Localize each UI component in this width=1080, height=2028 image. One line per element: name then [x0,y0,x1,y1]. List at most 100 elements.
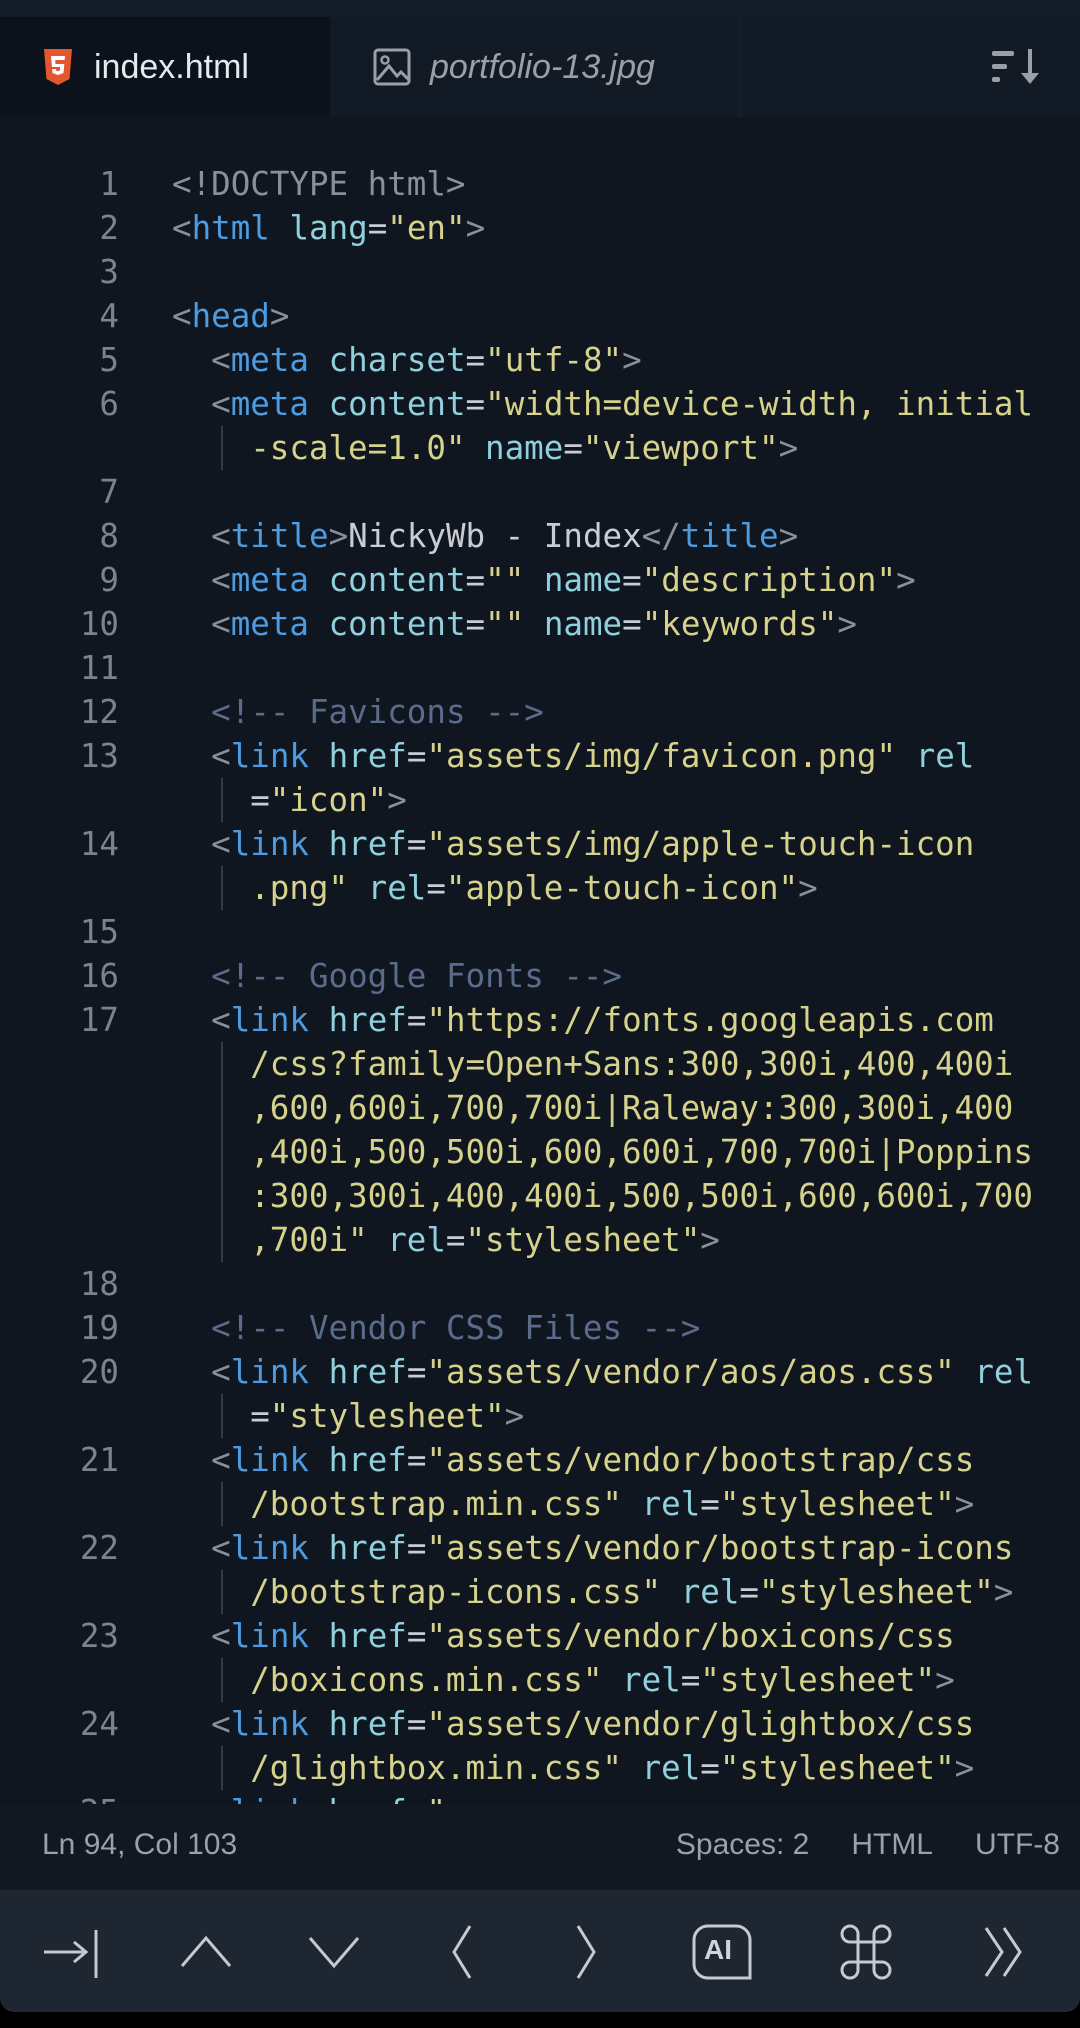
token-str: "stylesheet" [465,1221,701,1259]
code-line[interactable]: 14 <link href="assets/img/apple-touch-ic… [0,822,1080,866]
line-text: <link href=" [172,1790,446,1804]
code-line[interactable]: 16 <!-- Google Fonts --> [0,954,1080,998]
token-punct: > [778,517,799,555]
code-line[interactable]: 18 [0,1262,1080,1306]
code-line[interactable]: 10 <meta content="" name="keywords"> [0,602,1080,646]
token-punct: > [798,869,818,907]
token-eq: = [465,385,486,423]
code-line[interactable]: 3 [0,250,1080,294]
token-str: "icon" [269,781,388,819]
cursor-position[interactable]: Ln 94, Col 103 [42,1828,237,1862]
token-str: /bootstrap-icons.css" [250,1573,662,1611]
code-line[interactable]: 2 <html lang="en"> [0,206,1080,250]
code-line-wrap[interactable]: ="stylesheet"> [0,1394,1080,1438]
file-encoding[interactable]: UTF-8 [975,1828,1060,1862]
more-button[interactable] [976,1920,1040,1984]
token-punct: < [211,1441,231,1479]
code-line[interactable]: 25 <link href=" [0,1790,1080,1804]
token-tag: link [230,1441,309,1479]
code-line-wrap[interactable]: ="icon"> [0,778,1080,822]
token-attr: rel [915,737,975,775]
wrap-guide [220,1130,241,1174]
code-line-wrap[interactable]: /boxicons.min.css" rel="stylesheet"> [0,1658,1080,1702]
code-editor[interactable]: 1 <!DOCTYPE html> 2 <html lang="en"> 3 4 <head… [0,117,1080,1804]
token-attr: content [328,385,466,423]
code-line[interactable]: 8 <title>NickyWb - Index</title> [0,514,1080,558]
tab-key-button[interactable] [40,1920,104,1984]
code-line[interactable]: 9 <meta content="" name="description"> [0,558,1080,602]
token-str: "assets/vendor/glightbox/css [426,1705,975,1743]
token-tag: link [230,1001,309,1039]
code-line[interactable]: 4 <head> [0,294,1080,338]
token-punct: > [504,1397,525,1435]
tab-portfolio-jpg[interactable]: portfolio-13.jpg [330,17,741,117]
code-line-wrap[interactable]: -scale=1.0" name="viewport"> [0,426,1080,470]
code-line-wrap[interactable]: /css?family=Open+Sans:300,300i,400,400i [0,1042,1080,1086]
indentation-setting[interactable]: Spaces: 2 [676,1828,809,1862]
code-line-wrap[interactable]: ,400i,500,500i,600,600i,700,700i|Poppins [0,1130,1080,1174]
token-tag: link [230,825,309,863]
sort-icon[interactable] [990,47,1046,87]
token-str: "assets/img/apple-touch-icon [426,825,975,863]
line-text: <link href="assets/img/favicon.png" rel [172,734,974,778]
tab-index-html[interactable]: index.html [0,17,330,117]
code-line[interactable]: 23 <link href="assets/vendor/boxicons/cs… [0,1614,1080,1658]
token-punct: < [211,1617,231,1655]
line-text: /css?family=Open+Sans:300,300i,400,400i [172,1042,1013,1086]
code-line[interactable]: 19 <!-- Vendor CSS Files --> [0,1306,1080,1350]
code-line[interactable]: 1 <!DOCTYPE html> [0,162,1080,206]
cursor-right-button[interactable] [556,1920,620,1984]
token-text: NickyWb - Index [348,517,642,555]
token-eq: = [406,737,427,775]
cursor-left-button[interactable] [428,1920,492,1984]
token-tag: html [191,209,270,247]
code-line[interactable]: 21 <link href="assets/vendor/bootstrap/c… [0,1438,1080,1482]
code-line[interactable]: 5 <meta charset="utf-8"> [0,338,1080,382]
code-line[interactable]: 6 <meta content="width=device-width, ini… [0,382,1080,426]
token-punct: < [211,517,231,555]
code-line-wrap[interactable]: /glightbox.min.css" rel="stylesheet"> [0,1746,1080,1790]
code-line[interactable]: 15 [0,910,1080,954]
code-line[interactable]: 12 <!-- Favicons --> [0,690,1080,734]
line-number: 11 [79,649,119,687]
line-number: 9 [99,561,119,599]
token-tag: link [230,1705,309,1743]
code-line[interactable]: 24 <link href="assets/vendor/glightbox/c… [0,1702,1080,1746]
token-com: <!-- Google Fonts --> [211,957,623,995]
token-punct: < [211,1353,231,1391]
token-str: "viewport" [582,429,779,467]
line-number: 25 [80,1790,119,1804]
command-button[interactable] [834,1920,898,1984]
token-punct: > [935,1661,955,1699]
token-attr: rel [387,1221,446,1259]
code-line-wrap[interactable]: /bootstrap.min.css" rel="stylesheet"> [0,1482,1080,1526]
token-str: "en" [387,209,466,247]
code-line[interactable]: 11 [0,646,1080,690]
token-eq: = [563,429,583,467]
code-line-wrap[interactable]: ,600,600i,700,700i|Raleway:300,300i,400 [0,1086,1080,1130]
code-line[interactable]: 13 <link href="assets/img/favicon.png" r… [0,734,1080,778]
ai-button[interactable]: AI [690,1920,754,1984]
token-tag: meta [230,561,309,599]
cursor-down-button[interactable] [302,1920,366,1984]
code-line[interactable]: 22 <link href="assets/vendor/bootstrap-i… [0,1526,1080,1570]
token-attr: rel [974,1353,1034,1391]
cursor-up-button[interactable] [174,1920,238,1984]
line-number: 19 [79,1309,119,1347]
code-line[interactable]: 20 <link href="assets/vendor/aos/aos.css… [0,1350,1080,1394]
code-line-wrap[interactable]: ,700i" rel="stylesheet"> [0,1218,1080,1262]
code-line[interactable]: 7 [0,470,1080,514]
code-line[interactable]: 17 <link href="https://fonts.googleapis.… [0,998,1080,1042]
code-line-wrap[interactable]: .png" rel="apple-touch-icon"> [0,866,1080,910]
token-str: " [426,1793,446,1804]
wrap-guide [220,426,241,470]
token-tag: head [191,297,270,335]
language-mode[interactable]: HTML [851,1828,933,1862]
code-line-wrap[interactable]: /bootstrap-icons.css" rel="stylesheet"> [0,1570,1080,1614]
code-line-wrap[interactable]: :300,300i,400,400i,500,500i,600,600i,700 [0,1174,1080,1218]
